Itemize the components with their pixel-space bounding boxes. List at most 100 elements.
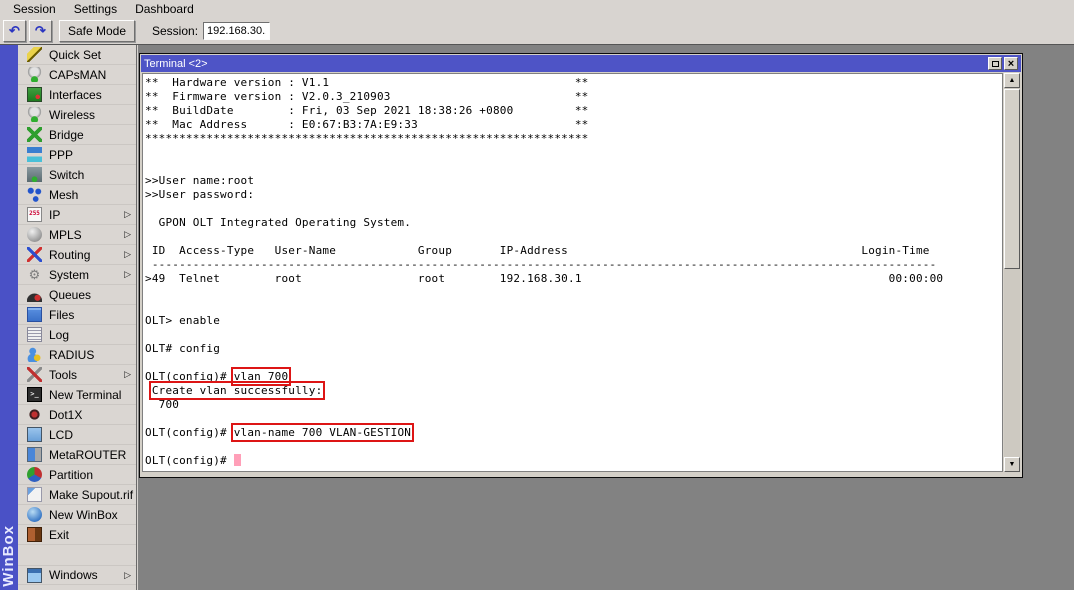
switch-icon (27, 167, 42, 182)
sidebar-item-label: Exit (49, 528, 69, 542)
sidebar-item-mpls[interactable]: MPLS▷ (18, 225, 136, 245)
sidebar-item-quick-set[interactable]: Quick Set (18, 45, 136, 65)
terminal-output[interactable]: ** Hardware version : V1.1 **** Firmware… (142, 73, 1003, 472)
sidebar-item-label: Routing (49, 248, 90, 262)
undo-button[interactable]: ↶ (3, 20, 26, 42)
terminal-line: OLT(config)# vlan-name 700 VLAN-GESTION (145, 426, 1002, 440)
scrollbar-thumb[interactable] (1004, 89, 1020, 269)
safe-mode-button[interactable]: Safe Mode (59, 20, 135, 42)
lcd-icon (27, 427, 42, 442)
scroll-up-button[interactable]: ▲ (1004, 73, 1020, 88)
windows-icon (27, 568, 42, 583)
exit-icon (27, 527, 42, 542)
terminal-line: Create vlan successfully: (145, 384, 1002, 398)
sidebar-item-label: PPP (49, 148, 73, 162)
maximize-icon (992, 61, 999, 67)
sidebar-item-ip[interactable]: IP ▷ (18, 205, 136, 225)
maximize-button[interactable] (988, 57, 1002, 70)
sidebar-item-files[interactable]: Files (18, 305, 136, 325)
terminal-line: OLT# config (145, 342, 1002, 356)
sidebar-item-new-terminal[interactable]: New Terminal (18, 385, 136, 405)
menubar: SessionSettingsDashboard (0, 0, 1074, 18)
terminal-scrollbar[interactable]: ▲ ▼ (1004, 73, 1020, 472)
session-label: Session: (152, 24, 198, 38)
sidebar-item-label: Mesh (49, 188, 78, 202)
sidebar-item-label: Partition (49, 468, 93, 482)
sidebar-item-label: Files (49, 308, 74, 322)
sidebar-item-dot1x[interactable]: Dot1X (18, 405, 136, 425)
terminal-line (145, 202, 1002, 216)
redo-icon: ↷ (35, 23, 46, 39)
log-icon (27, 327, 42, 342)
sidebar-menu: Quick SetCAPsMANInterfacesWireless Bridge… (18, 45, 136, 585)
bridge-icon (27, 127, 42, 142)
new-terminal-icon (27, 387, 42, 402)
sidebar-item-log[interactable]: Log (18, 325, 136, 345)
sidebar-item-label: LCD (49, 428, 73, 442)
terminal-line: OLT(config)# vlan 700 (145, 370, 1002, 384)
sidebar-item-wireless[interactable]: Wireless (18, 105, 136, 125)
terminal-cursor (234, 454, 241, 466)
dot1x-icon (27, 407, 42, 422)
terminal-titlebar[interactable]: Terminal <2> × (141, 55, 1021, 72)
terminal-line (145, 328, 1002, 342)
terminal-line: ** BuildDate : Fri, 03 Sep 2021 18:38:26… (145, 104, 1002, 118)
terminal-line: OLT> enable (145, 314, 1002, 328)
sidebar-item-radius[interactable]: RADIUS (18, 345, 136, 365)
sidebar-item-switch[interactable]: Switch (18, 165, 136, 185)
sidebar-item-capsman[interactable]: CAPsMAN (18, 65, 136, 85)
menu-settings[interactable]: Settings (65, 1, 126, 17)
sidebar-item-metarouter[interactable]: MetaROUTER (18, 445, 136, 465)
sidebar-item-label: MetaROUTER (49, 448, 126, 462)
sidebar-item-label: Switch (49, 168, 84, 182)
routing-icon (27, 247, 42, 262)
terminal-line (145, 146, 1002, 160)
sidebar-item-label: Bridge (49, 128, 84, 142)
sidebar-item-label: Log (49, 328, 69, 342)
sidebar-item-tools[interactable]: Tools▷ (18, 365, 136, 385)
redo-button[interactable]: ↷ (29, 20, 52, 42)
session-input[interactable] (203, 22, 270, 40)
sidebar-item-ppp[interactable]: PPP (18, 145, 136, 165)
sidebar-item-make-supout-rif[interactable]: Make Supout.rif (18, 485, 136, 505)
menu-dashboard[interactable]: Dashboard (126, 1, 203, 17)
files-icon (27, 307, 42, 322)
sidebar-item-interfaces[interactable]: Interfaces (18, 85, 136, 105)
sidebar-item-bridge[interactable]: Bridge (18, 125, 136, 145)
terminal-window: Terminal <2> × ** Hardware version : V1.… (139, 53, 1023, 478)
terminal-line (145, 356, 1002, 370)
brand-logo: WinBox (0, 525, 18, 587)
sidebar-item-routing[interactable]: Routing▷ (18, 245, 136, 265)
terminal-line: >>User name:root (145, 174, 1002, 188)
terminal-line: ** Hardware version : V1.1 ** (145, 76, 1002, 90)
partition-icon (27, 467, 42, 482)
highlight-box: vlan-name 700 VLAN-GESTION (234, 426, 411, 439)
sidebar-item-label: Queues (49, 288, 91, 302)
terminal-line: GPON OLT Integrated Operating System. (145, 216, 1002, 230)
terminal-line: ** Firmware version : V2.0.3_210903 ** (145, 90, 1002, 104)
workspace-background: Terminal <2> × ** Hardware version : V1.… (138, 45, 1074, 590)
radius-icon (27, 347, 42, 362)
submenu-arrow-icon: ▷ (124, 229, 131, 240)
sidebar-item-windows[interactable]: Windows▷ (18, 565, 136, 585)
scroll-down-button[interactable]: ▼ (1004, 457, 1020, 472)
sidebar-item-label: IP (49, 208, 60, 222)
highlight-box: Create vlan successfully: (152, 384, 323, 397)
sidebar-item-partition[interactable]: Partition (18, 465, 136, 485)
supout-icon (27, 487, 42, 502)
quick-set-icon (27, 47, 42, 62)
sidebar-item-new-winbox[interactable]: New WinBox (18, 505, 136, 525)
menu-session[interactable]: Session (4, 1, 65, 17)
sidebar-item-system[interactable]: System▷ (18, 265, 136, 285)
wireless-icon (27, 107, 42, 122)
sidebar-item-lcd[interactable]: LCD (18, 425, 136, 445)
sidebar-item-queues[interactable]: Queues (18, 285, 136, 305)
submenu-arrow-icon: ▷ (124, 209, 131, 220)
sidebar-item-mesh[interactable]: Mesh (18, 185, 136, 205)
close-button[interactable]: × (1004, 57, 1018, 70)
sidebar: Quick SetCAPsMANInterfacesWireless Bridge… (18, 45, 137, 590)
sidebar-item-label: RADIUS (49, 348, 94, 362)
brand-strip: WinBox (0, 45, 18, 590)
terminal-line: ID Access-Type User-Name Group IP-Addres… (145, 244, 1002, 258)
sidebar-item-exit[interactable]: Exit (18, 525, 136, 545)
